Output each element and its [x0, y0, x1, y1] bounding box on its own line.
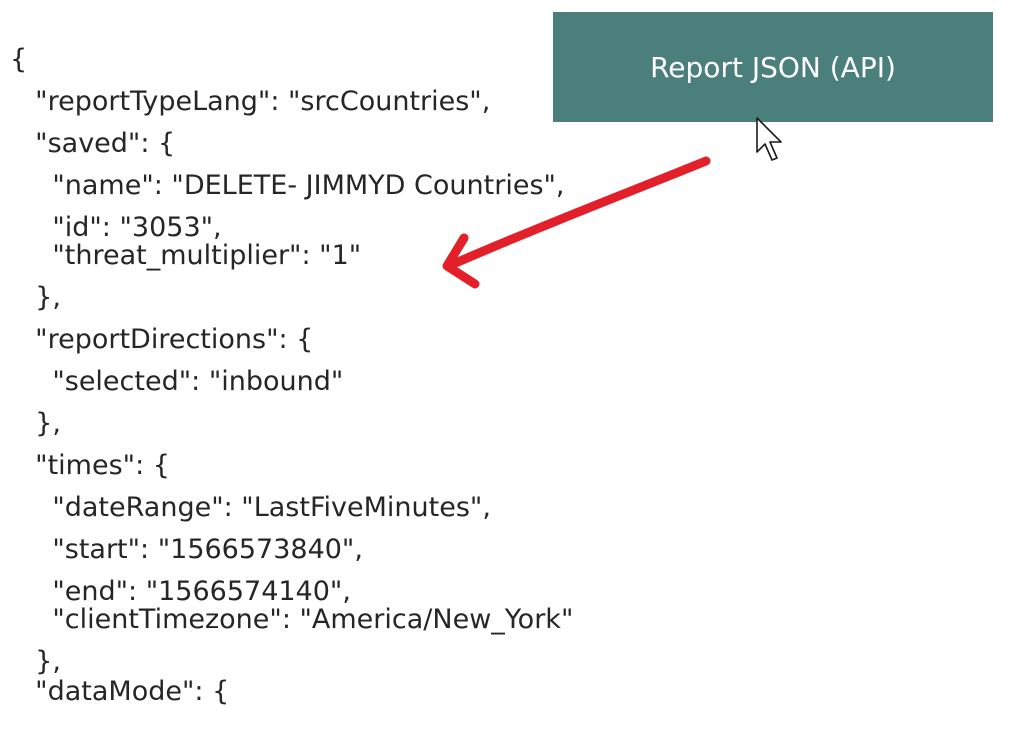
- json-line: "name": "DELETE- JIMMYD Countries",: [18, 170, 565, 201]
- json-line: {: [10, 44, 28, 75]
- json-line: "clientTimezone": "America/New_York": [18, 604, 574, 635]
- json-line: "dateRange": "LastFiveMinutes",: [18, 492, 491, 523]
- json-line: "times": {: [18, 450, 170, 481]
- json-line: "dataMode": {: [18, 676, 230, 707]
- json-line: "start": "1566573840",: [18, 534, 363, 565]
- mouse-pointer-icon: [756, 117, 782, 161]
- json-line: },: [18, 282, 61, 313]
- json-line: "selected": "inbound": [18, 366, 344, 397]
- report-json-api-button[interactable]: Report JSON (API): [553, 12, 993, 122]
- json-line: },: [18, 408, 61, 439]
- json-line: "reportTypeLang": "srcCountries",: [18, 86, 491, 117]
- json-line: "saved": {: [18, 128, 176, 159]
- json-line: "reportDirections": {: [18, 324, 314, 355]
- json-line: "threat_multiplier": "1": [18, 240, 362, 271]
- screenshot-stage: { "reportTypeLang": "srcCountries", "sav…: [0, 0, 1024, 753]
